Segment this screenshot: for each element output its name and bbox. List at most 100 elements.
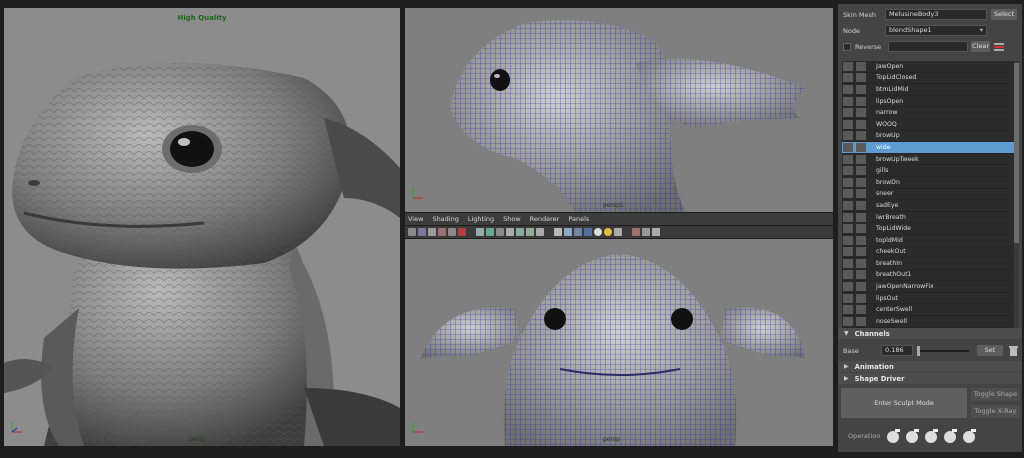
list-item[interactable]: breathOut1: [842, 270, 1014, 282]
select-button[interactable]: Select: [991, 9, 1017, 20]
target-key-checkbox[interactable]: [856, 61, 866, 71]
grid-icon[interactable]: [448, 228, 456, 236]
list-item[interactable]: cheekOut: [842, 247, 1014, 259]
target-toggle-checkbox[interactable]: [843, 96, 853, 106]
gate-mask-icon[interactable]: [632, 228, 640, 236]
target-toggle-checkbox[interactable]: [843, 316, 853, 326]
skin-mesh-field[interactable]: MelusineBody3: [885, 9, 987, 20]
target-toggle-checkbox[interactable]: [843, 293, 853, 303]
target-key-checkbox[interactable]: [856, 177, 866, 187]
target-key-checkbox[interactable]: [856, 235, 866, 245]
xray-icon[interactable]: [536, 228, 544, 236]
target-key-checkbox[interactable]: [856, 108, 866, 118]
toggle-shape-button[interactable]: Toggle Shape: [971, 388, 1020, 401]
target-toggle-checkbox[interactable]: [843, 305, 853, 315]
menu-show[interactable]: Show: [503, 215, 521, 223]
target-key-checkbox[interactable]: [856, 200, 866, 210]
camera-select-icon[interactable]: [408, 228, 416, 236]
target-key-checkbox[interactable]: [856, 84, 866, 94]
list-item[interactable]: noseSwell: [842, 316, 1014, 328]
target-toggle-checkbox[interactable]: [843, 200, 853, 210]
enter-sculpt-mode-button[interactable]: Enter Sculpt Mode: [841, 388, 967, 418]
safe-action-icon[interactable]: [652, 228, 660, 236]
target-key-checkbox[interactable]: [856, 258, 866, 268]
list-scrollbar[interactable]: [1014, 61, 1019, 328]
list-item[interactable]: btmLidMid: [842, 84, 1014, 96]
smooth-shade-icon[interactable]: [486, 228, 494, 236]
bookmark-icon[interactable]: [428, 228, 436, 236]
list-item[interactable]: lipsOpen: [842, 96, 1014, 108]
target-toggle-checkbox[interactable]: [843, 270, 853, 280]
target-toggle-checkbox[interactable]: [843, 119, 853, 129]
sculpt-op-5-icon[interactable]: [962, 428, 978, 444]
target-toggle-checkbox[interactable]: [843, 177, 853, 187]
image-plane-icon[interactable]: [438, 228, 446, 236]
menu-shading[interactable]: Shading: [432, 215, 458, 223]
list-item[interactable]: TopLidClosed: [842, 73, 1014, 85]
isolate-icon[interactable]: [564, 228, 572, 236]
wireframe-icon[interactable]: [476, 228, 484, 236]
list-item[interactable]: lipsOut: [842, 293, 1014, 305]
target-key-checkbox[interactable]: [856, 305, 866, 315]
animation-section-header[interactable]: ▶ Animation: [838, 361, 1022, 372]
channels-section-header[interactable]: ▼ Channels: [838, 328, 1022, 339]
sculpt-op-4-icon[interactable]: [943, 428, 959, 444]
reverse-checkbox[interactable]: [843, 42, 851, 51]
shadows-icon[interactable]: [526, 228, 534, 236]
set-button[interactable]: Set: [977, 345, 1003, 356]
toggle-xray-button[interactable]: Toggle X-Ray: [971, 405, 1020, 418]
list-item[interactable]: browDn: [842, 177, 1014, 189]
target-key-checkbox[interactable]: [856, 96, 866, 106]
target-toggle-checkbox[interactable]: [843, 212, 853, 222]
resolution-gate-icon[interactable]: [642, 228, 650, 236]
slider-handle[interactable]: [917, 345, 920, 356]
target-toggle-checkbox[interactable]: [843, 282, 853, 292]
list-item[interactable]: narrow: [842, 107, 1014, 119]
list-item[interactable]: topldMid: [842, 235, 1014, 247]
target-toggle-checkbox[interactable]: [843, 189, 853, 199]
target-key-checkbox[interactable]: [856, 189, 866, 199]
target-key-checkbox[interactable]: [856, 131, 866, 141]
target-key-checkbox[interactable]: [856, 154, 866, 164]
target-toggle-checkbox[interactable]: [843, 61, 853, 71]
sculpt-op-3-icon[interactable]: [924, 428, 940, 444]
sculpt-op-2-icon[interactable]: [905, 428, 921, 444]
sphere-white-icon[interactable]: [594, 228, 602, 236]
target-toggle-checkbox[interactable]: [843, 154, 853, 164]
motion-blur-icon[interactable]: [614, 228, 622, 236]
textured-icon[interactable]: [506, 228, 514, 236]
list-item[interactable]: lwrBreath: [842, 212, 1014, 224]
target-key-checkbox[interactable]: [856, 316, 866, 326]
target-toggle-checkbox[interactable]: [843, 235, 853, 245]
list-item[interactable]: JawOpen: [842, 61, 1014, 73]
viewport-high-quality[interactable]: High Quality persp: [4, 8, 400, 446]
list-item[interactable]: browUp: [842, 131, 1014, 143]
target-toggle-checkbox[interactable]: [843, 84, 853, 94]
viewport-wireframe-front[interactable]: persp: [405, 239, 833, 446]
ambient-occlusion-icon[interactable]: [584, 228, 592, 236]
list-options-icon[interactable]: [993, 42, 1005, 52]
blendshape-target-list[interactable]: JawOpen TopLidClosed btmLidMid lipsOpen narr…: [842, 61, 1014, 328]
menu-view[interactable]: View: [408, 215, 423, 223]
target-key-checkbox[interactable]: [856, 142, 866, 152]
list-item[interactable]: TopLidWide: [842, 223, 1014, 235]
target-key-checkbox[interactable]: [856, 270, 866, 280]
target-toggle-checkbox[interactable]: [843, 166, 853, 176]
target-toggle-checkbox[interactable]: [843, 142, 853, 152]
target-toggle-checkbox[interactable]: [843, 224, 853, 234]
wire-on-shaded-icon[interactable]: [496, 228, 504, 236]
list-item[interactable]: sadEye: [842, 200, 1014, 212]
menu-renderer[interactable]: Renderer: [530, 215, 560, 223]
target-toggle-checkbox[interactable]: [843, 258, 853, 268]
target-key-checkbox[interactable]: [856, 247, 866, 257]
list-item[interactable]: WOOQ: [842, 119, 1014, 131]
target-key-checkbox[interactable]: [856, 224, 866, 234]
shape-driver-section-header[interactable]: ▶ Shape Driver: [838, 373, 1022, 384]
target-key-checkbox[interactable]: [856, 293, 866, 303]
film-gate-icon[interactable]: [458, 228, 466, 236]
target-key-checkbox[interactable]: [856, 119, 866, 129]
filter-field[interactable]: [888, 41, 968, 52]
list-item[interactable]: gills: [842, 165, 1014, 177]
target-key-checkbox[interactable]: [856, 282, 866, 292]
list-item[interactable]: jawOpenNarrowFix: [842, 281, 1014, 293]
